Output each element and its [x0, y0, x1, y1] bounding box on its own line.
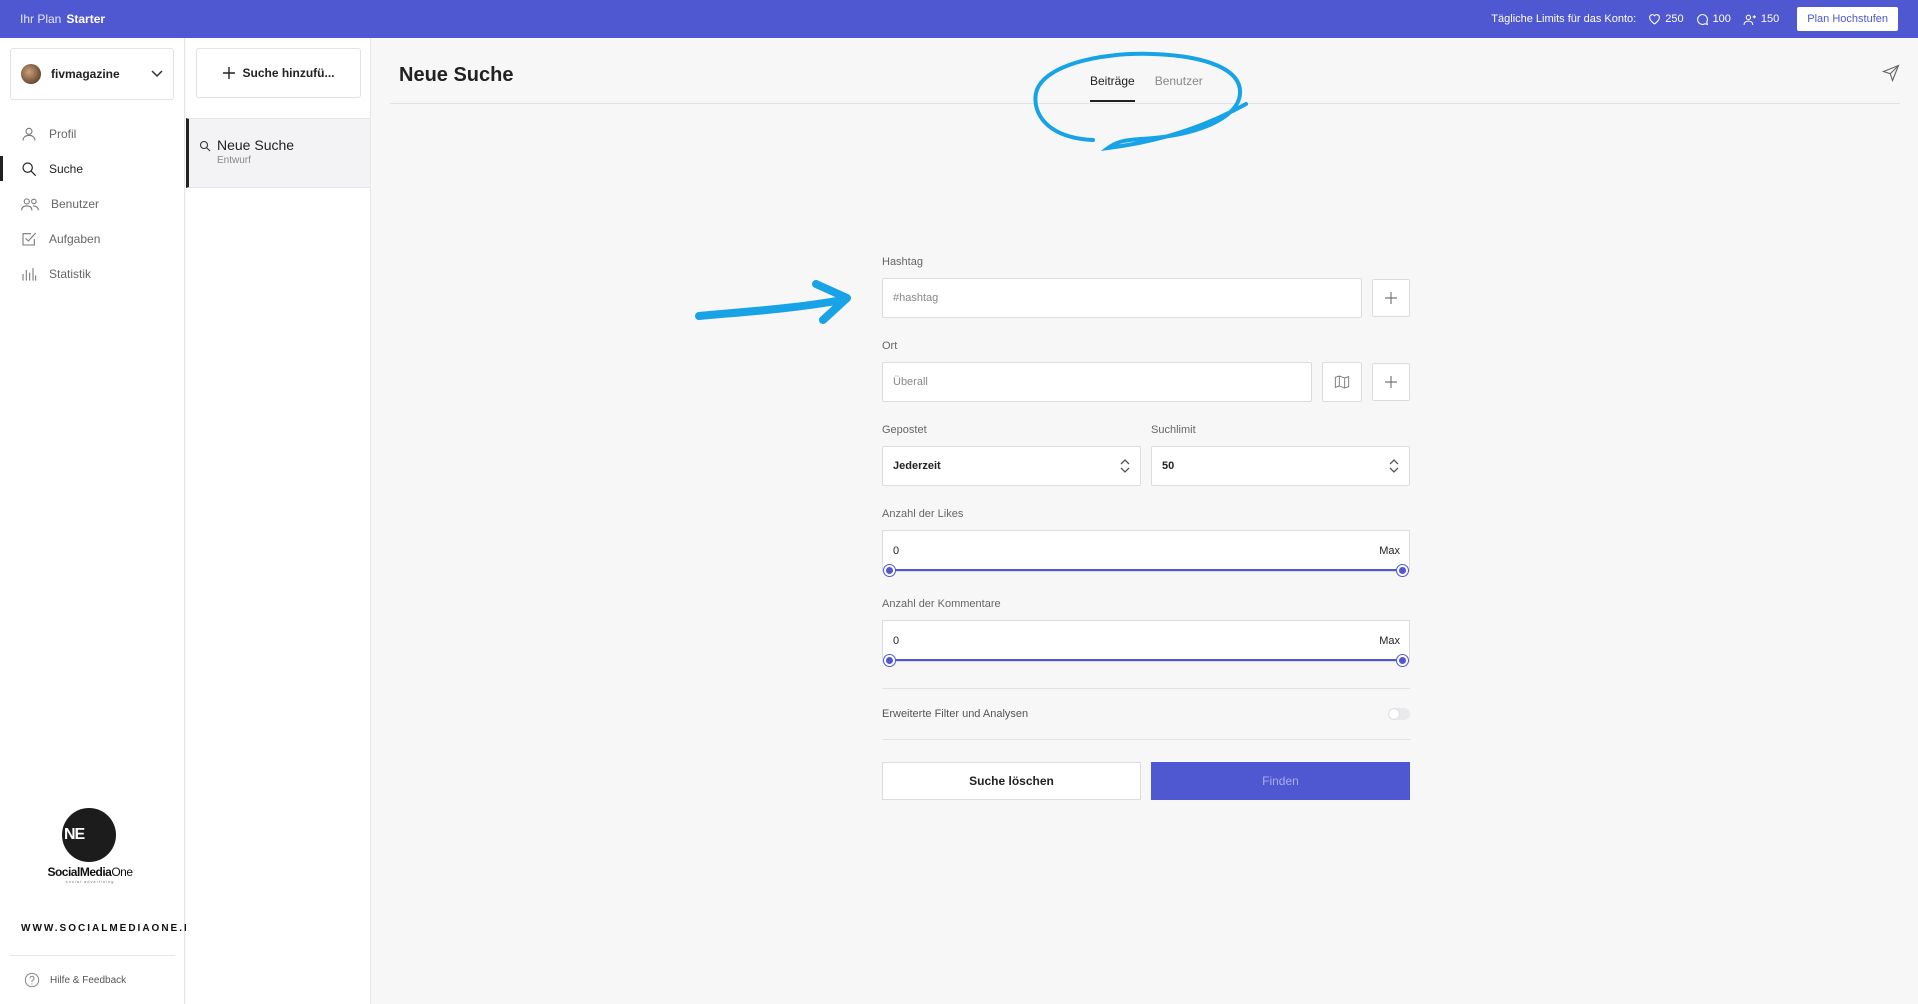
posted-value: Jederzeit	[893, 460, 941, 472]
comments-max-handle[interactable]	[1397, 655, 1408, 666]
logo-tagline: social advertising	[65, 879, 115, 884]
add-search-button[interactable]: Suche hinzufü...	[196, 48, 361, 98]
stats-icon	[22, 267, 37, 281]
logo-wordmark: SocialMediaOne	[40, 865, 140, 879]
location-label: Ort	[882, 340, 898, 352]
comments-range-track	[890, 659, 1402, 661]
plus-icon	[1385, 292, 1397, 304]
limits-label: Tägliche Limits für das Konto:	[1491, 13, 1637, 25]
users-icon	[21, 197, 39, 210]
user-icon	[22, 127, 36, 141]
sidebar-item-aufgaben[interactable]: Aufgaben	[0, 221, 184, 256]
website-url: WWW.SOCIALMEDIAONE.DE	[21, 923, 202, 934]
find-button[interactable]: Finden	[1151, 762, 1410, 800]
advanced-label: Erweiterte Filter und Analysen	[882, 708, 1029, 720]
sidebar-item-profil[interactable]: Profil	[0, 116, 184, 151]
divider	[882, 739, 1410, 740]
help-feedback-link[interactable]: Hilfe & Feedback	[24, 972, 126, 988]
help-label: Hilfe & Feedback	[50, 974, 127, 986]
add-search-label: Suche hinzufü...	[242, 66, 335, 80]
sidebar-item-label: Profil	[49, 126, 77, 141]
send-icon[interactable]	[1882, 64, 1900, 82]
search-entry[interactable]: Neue Suche Entwurf	[186, 118, 370, 188]
search-entry-status: Entwurf	[217, 155, 251, 166]
sidebar-item-label: Aufgaben	[49, 231, 101, 246]
hashtag-input[interactable]: #hashtag	[882, 278, 1362, 318]
search-entry-title: Neue Suche	[217, 137, 295, 153]
likes-max: Max	[1379, 545, 1400, 557]
likes-range-track	[890, 569, 1402, 571]
sidebar: fivmagazine Profil Suche Benutzer Aufgab…	[0, 38, 200, 1004]
sidebar-divider	[10, 955, 175, 956]
logo-brand: SocialMedia	[47, 865, 112, 879]
plus-icon	[1385, 376, 1398, 388]
add-location-button[interactable]	[1372, 363, 1410, 401]
comments-label: Anzahl der Kommentare	[882, 598, 1001, 610]
tasks-icon	[22, 232, 37, 246]
comments-max: Max	[1379, 635, 1400, 647]
logo-brand-suffix: One	[111, 865, 133, 879]
search-icon	[22, 161, 37, 176]
add-hashtag-button[interactable]	[1372, 279, 1410, 317]
clear-search-button[interactable]: Suche löschen	[882, 762, 1141, 800]
heart-icon	[1649, 14, 1661, 25]
likes-min: 0	[893, 545, 900, 557]
sort-arrows-icon	[1120, 459, 1130, 473]
limit-select[interactable]: 50	[1151, 446, 1410, 486]
sidebar-item-label: Statistik	[49, 266, 92, 281]
sort-arrows-icon	[1389, 459, 1399, 473]
comments-limit: 100	[1696, 13, 1731, 26]
limit-label: Suchlimit	[1151, 424, 1196, 436]
sidebar-item-statistik[interactable]: Statistik	[0, 256, 184, 291]
help-icon	[24, 972, 40, 988]
likes-min-handle[interactable]	[884, 565, 895, 576]
advanced-filters-row: Erweiterte Filter und Analysen	[882, 689, 1410, 739]
hashtag-label: Hashtag	[882, 256, 923, 268]
follows-limit: 150	[1743, 13, 1779, 26]
likes-max-handle[interactable]	[1397, 565, 1408, 576]
daily-limits: Tägliche Limits für das Konto: 250 100 1…	[1491, 7, 1898, 31]
likes-range[interactable]: 0 Max	[882, 530, 1410, 576]
map-button[interactable]	[1322, 362, 1363, 402]
logo-mark: NE	[62, 808, 116, 862]
sidebar-item-label: Benutzer	[51, 196, 100, 211]
search-icon	[199, 140, 211, 152]
sidebar-item-suche[interactable]: Suche	[0, 151, 184, 186]
plan-label: Ihr Plan	[20, 12, 62, 26]
chevron-down-icon	[151, 70, 163, 78]
comments-min-handle[interactable]	[884, 655, 895, 666]
plus-icon	[222, 67, 235, 79]
page-title: Neue Suche	[399, 64, 514, 86]
posted-select[interactable]: Jederzeit	[882, 446, 1141, 486]
advanced-toggle[interactable]	[1388, 708, 1410, 720]
follows-limit-value: 150	[1760, 13, 1780, 25]
likes-limit: 250	[1648, 13, 1684, 25]
limit-value: 50	[1162, 460, 1175, 472]
top-bar: Ihr Plan Starter Tägliche Limits für das…	[0, 0, 1918, 38]
search-form: Hashtag #hashtag Ort Überall Gepostet Je…	[882, 256, 1410, 800]
likes-limit-value: 250	[1665, 13, 1684, 25]
sidebar-nav: Profil Suche Benutzer Aufgaben Statistik	[0, 116, 184, 291]
posted-label: Gepostet	[882, 424, 927, 436]
annotation-arrow	[695, 280, 851, 324]
annotation-ellipse	[1033, 51, 1248, 151]
avatar	[21, 64, 41, 84]
upgrade-plan-button[interactable]: Plan Hochstufen	[1797, 7, 1898, 31]
likes-label: Anzahl der Likes	[882, 508, 964, 520]
map-icon	[1335, 375, 1350, 389]
sidebar-item-benutzer[interactable]: Benutzer	[0, 186, 184, 221]
main-content: Neue Suche Beiträge Benutzer Hashtag #ha…	[372, 38, 1918, 1004]
plan-name: Starter	[66, 12, 106, 26]
account-switcher[interactable]: fivmagazine	[10, 48, 174, 100]
add-user-icon	[1743, 14, 1756, 25]
comments-limit-value: 100	[1712, 13, 1731, 25]
search-list-panel: Suche hinzufü... Neue Suche Entwurf	[186, 38, 371, 1004]
sidebar-item-label: Suche	[49, 161, 84, 176]
location-input[interactable]: Überall	[882, 362, 1313, 402]
comments-range[interactable]: 0 Max	[882, 620, 1410, 666]
comment-icon	[1696, 13, 1708, 25]
comments-min: 0	[893, 635, 900, 647]
socialmediaone-logo: NE SocialMediaOne social advertising	[40, 808, 140, 884]
account-name: fivmagazine	[51, 67, 120, 81]
